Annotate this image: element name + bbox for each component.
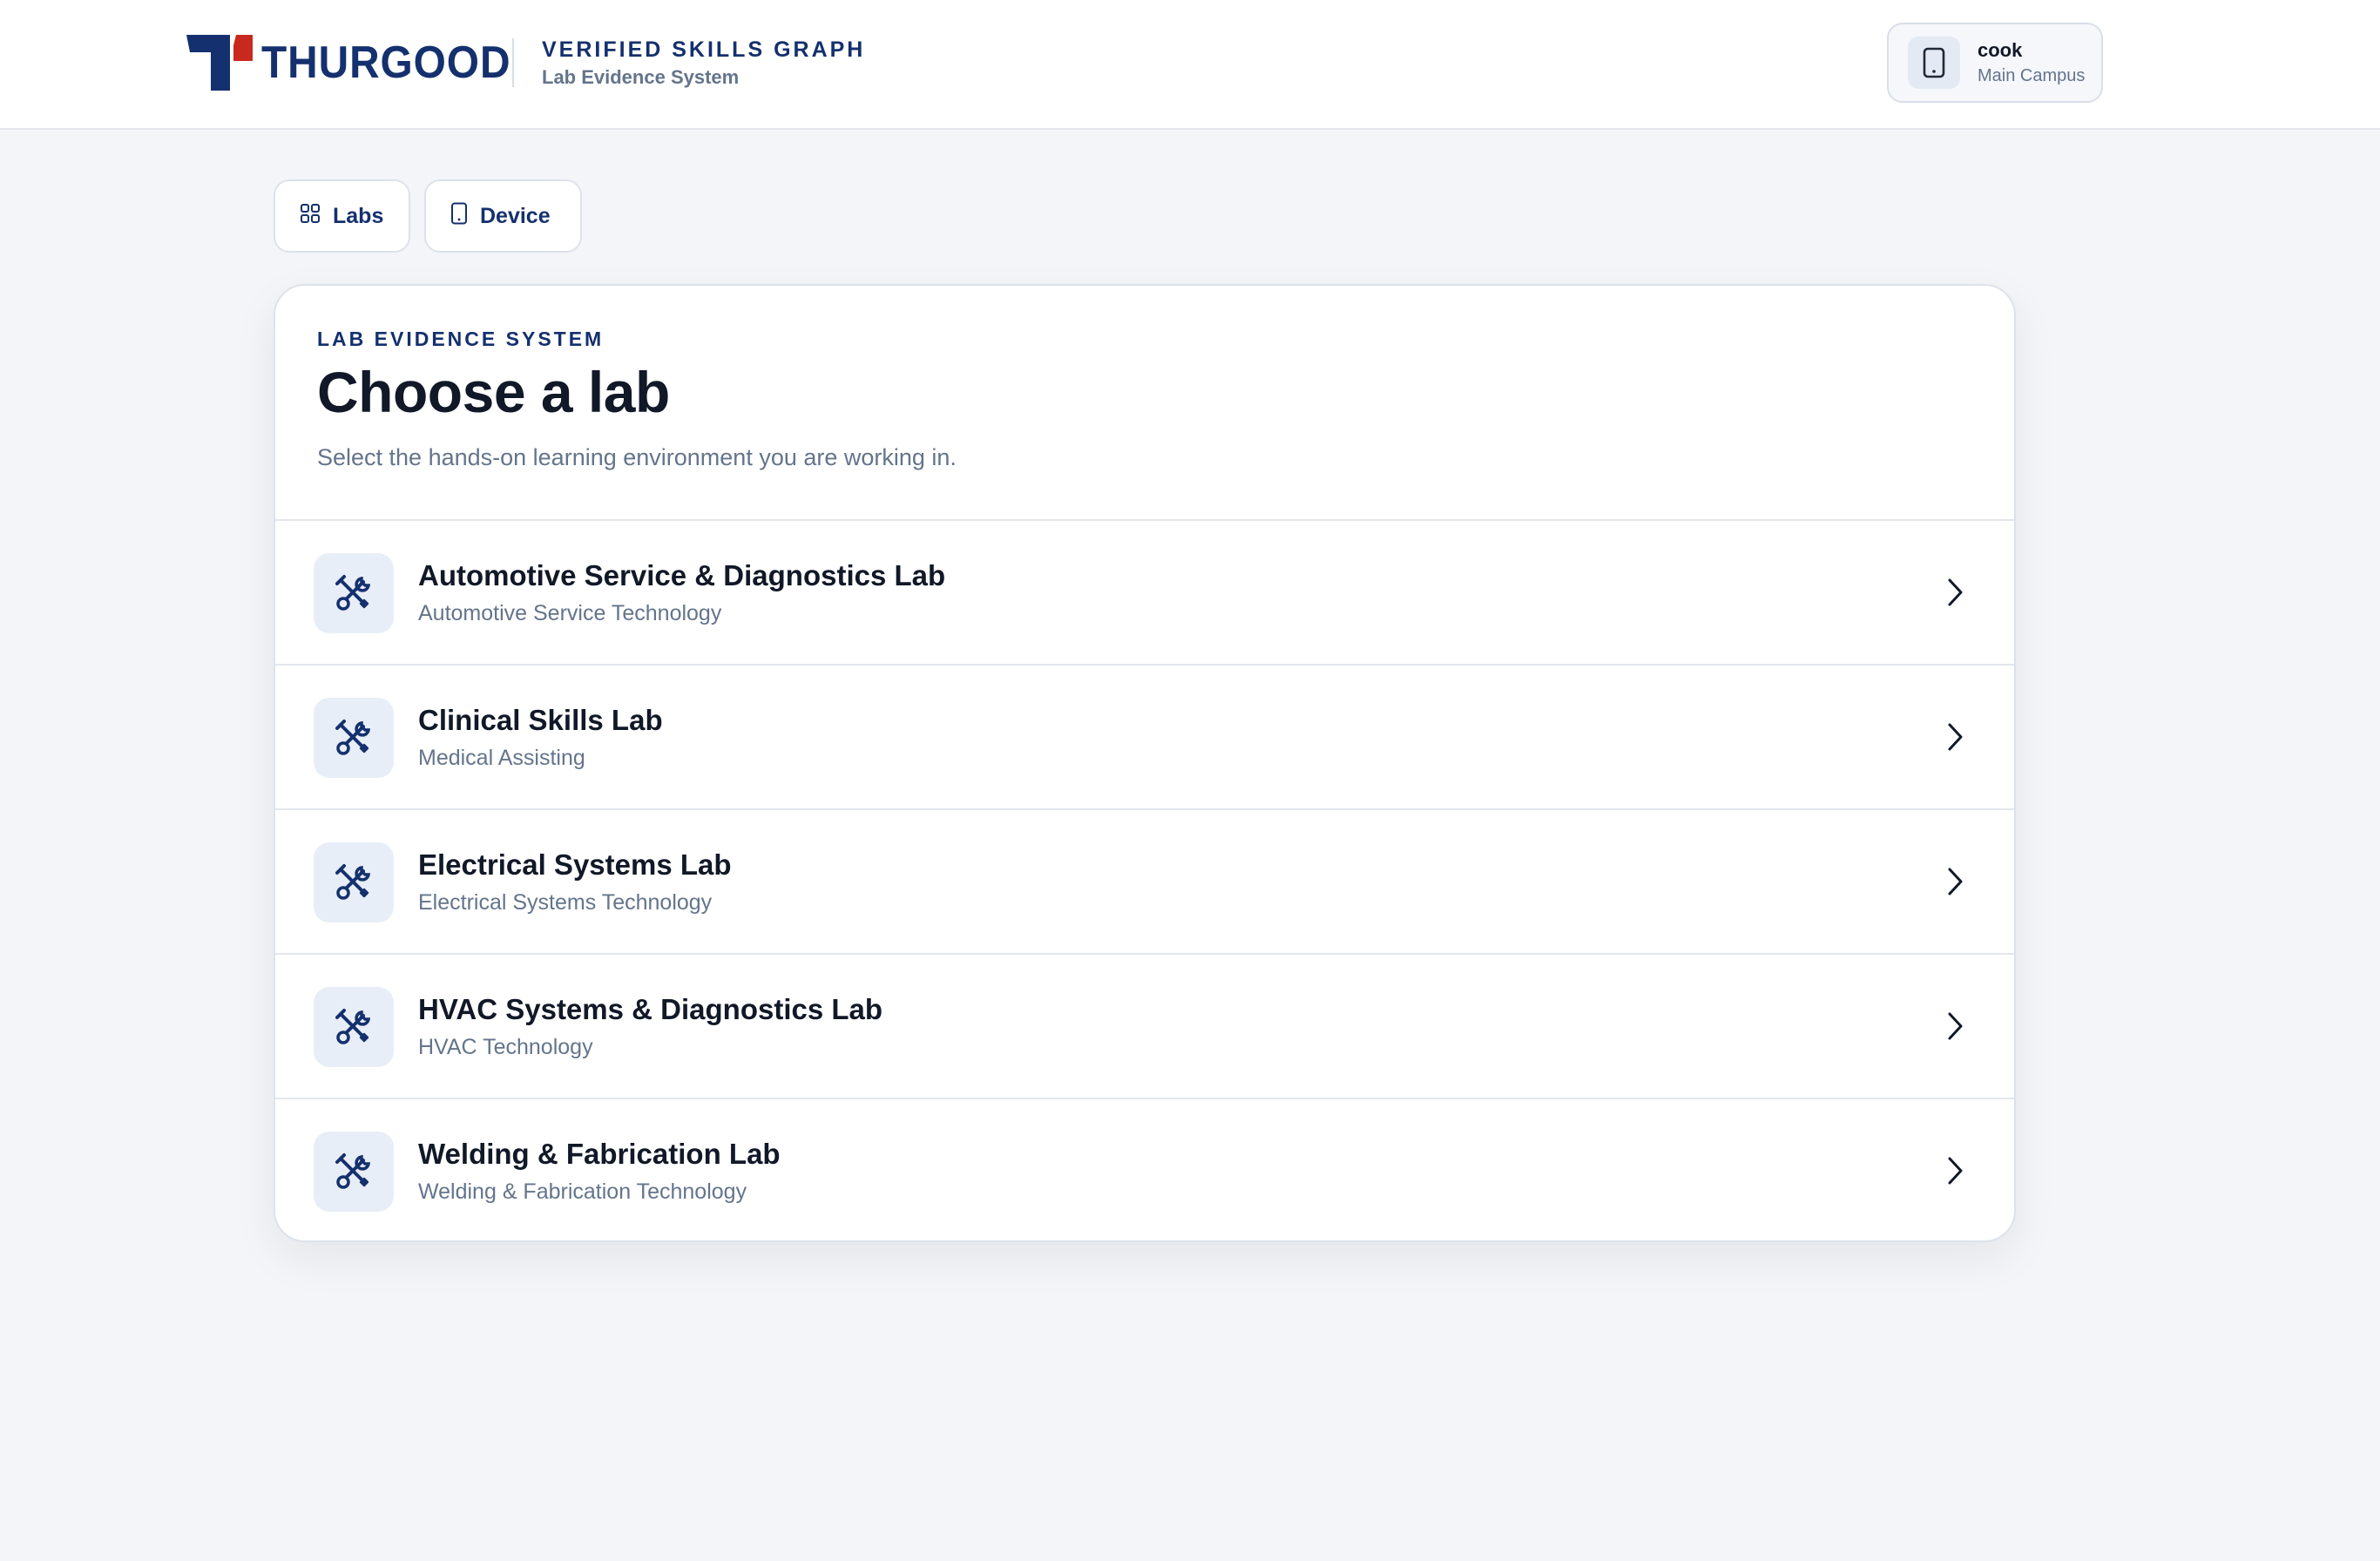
lab-name: Automotive Service & Diagnostics Lab (418, 559, 946, 591)
tools-icon (314, 553, 394, 633)
logo-mark-icon (186, 35, 253, 91)
brand-wordmark: THURGOOD (261, 37, 511, 88)
card-kicker: LAB EVIDENCE SYSTEM (317, 328, 605, 350)
tablet-icon (450, 202, 468, 231)
tools-icon (314, 698, 394, 778)
tools-icon (314, 842, 394, 922)
lab-item-hvac[interactable]: HVAC Systems & Diagnostics Lab HVAC Tech… (275, 955, 2014, 1099)
device-chip[interactable]: cook Main Campus (1887, 23, 2103, 103)
lab-picker-card: LAB EVIDENCE SYSTEM Choose a lab Select … (274, 284, 2016, 1242)
chevron-right-icon (1937, 1009, 1972, 1044)
lab-item-welding[interactable]: Welding & Fabrication Lab Welding & Fabr… (275, 1099, 2014, 1240)
chevron-right-icon (1937, 1153, 1972, 1188)
header-subtitle: Lab Evidence System (542, 65, 740, 88)
lab-program: Welding & Fabrication Technology (418, 1179, 747, 1204)
chevron-right-icon (1937, 864, 1972, 899)
lab-item-electrical[interactable]: Electrical Systems Lab Electrical System… (275, 810, 2014, 955)
tools-icon (314, 1132, 394, 1212)
lab-name: Welding & Fabrication Lab (418, 1138, 781, 1170)
top-bar: THURGOOD VERIFIED SKILLS GRAPH Lab Evide… (0, 0, 2380, 130)
card-header: LAB EVIDENCE SYSTEM Choose a lab Select … (275, 286, 2014, 521)
tab-labs-label: Labs (333, 203, 384, 228)
page-subtitle: Select the hands-on learning environment… (317, 444, 957, 470)
chevron-right-icon (1937, 575, 1972, 610)
lab-list: Automotive Service & Diagnostics Lab Aut… (275, 521, 2014, 1240)
lab-program: HVAC Technology (418, 1035, 593, 1059)
device-campus: Main Campus (1978, 65, 2086, 85)
lab-name: Clinical Skills Lab (418, 704, 663, 736)
header-kicker: VERIFIED SKILLS GRAPH (542, 37, 866, 62)
header-divider (512, 38, 514, 87)
header-titles: VERIFIED SKILLS GRAPH Lab Evidence Syste… (542, 37, 866, 89)
tablet-icon (1908, 37, 1960, 89)
lab-item-automotive[interactable]: Automotive Service & Diagnostics Lab Aut… (275, 521, 2014, 666)
lab-program: Electrical Systems Technology (418, 890, 713, 915)
page-title: Choose a lab (317, 360, 670, 424)
lab-program: Automotive Service Technology (418, 601, 722, 625)
grid-icon (300, 203, 321, 230)
lab-name: HVAC Systems & Diagnostics Lab (418, 993, 883, 1025)
tab-device-label: Device (480, 203, 551, 228)
brand-logo[interactable]: THURGOOD (186, 35, 532, 91)
tools-icon (314, 987, 394, 1067)
lab-program: Medical Assisting (418, 746, 585, 770)
lab-name: Electrical Systems Lab (418, 848, 732, 881)
tab-device[interactable]: Device (424, 179, 582, 253)
lab-item-clinical[interactable]: Clinical Skills Lab Medical Assisting (275, 666, 2014, 810)
tab-labs[interactable]: Labs (274, 179, 410, 253)
device-name: cook (1978, 39, 2023, 62)
chevron-right-icon (1937, 720, 1972, 754)
